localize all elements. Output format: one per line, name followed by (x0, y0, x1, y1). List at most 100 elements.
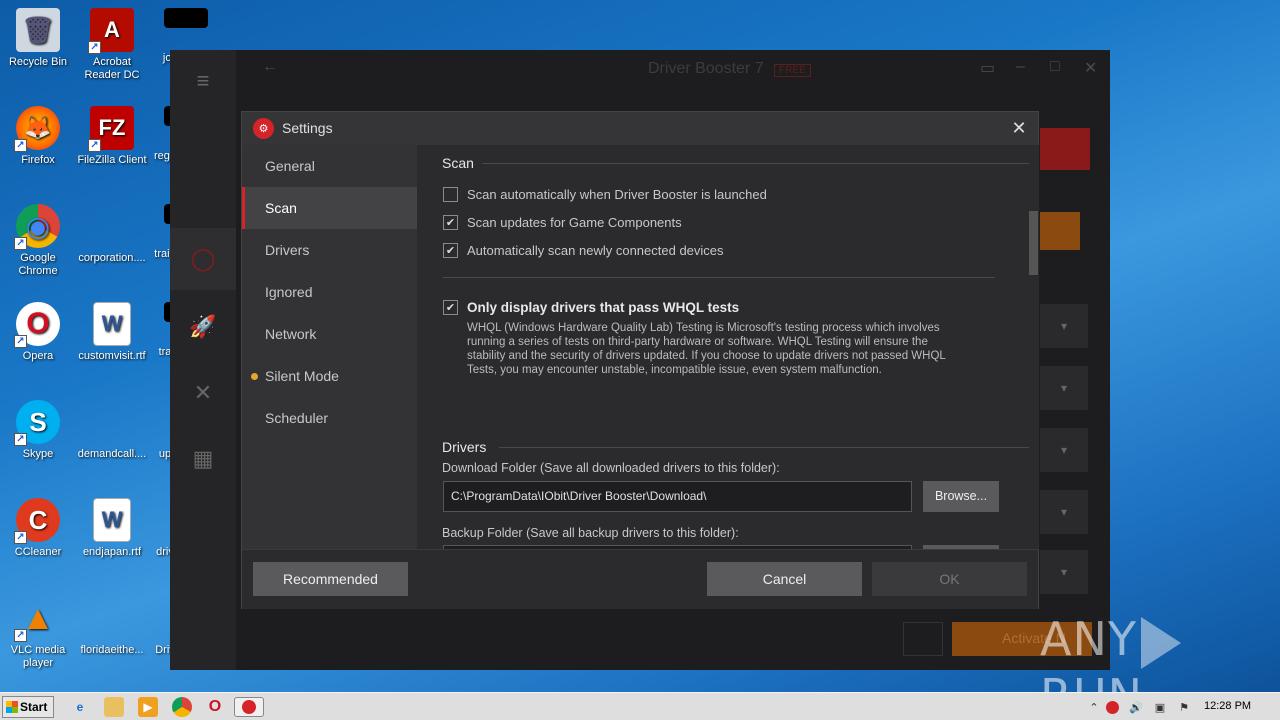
nav-item-silent-mode[interactable]: Silent Mode (242, 355, 417, 397)
file-icon (90, 204, 134, 248)
option-game-components[interactable]: ✔ Scan updates for Game Components (443, 213, 682, 231)
dropdown-button[interactable]: ▾ (1040, 428, 1088, 472)
maximize-icon[interactable]: □ (1050, 58, 1060, 76)
internet-explorer-icon[interactable]: e (70, 697, 90, 717)
dialog-close-icon[interactable]: ✕ (1008, 117, 1030, 139)
network-icon[interactable]: ▣ (1152, 699, 1168, 715)
shortcut-arrow-icon: ↗ (14, 237, 27, 250)
driver-booster-sidebar: ≡ ◯ 🚀 ✕ ▦ (170, 50, 236, 670)
menu-icon[interactable]: ≡ (170, 50, 236, 112)
clock[interactable]: 12:28 PM (1204, 700, 1251, 712)
driver-booster-titlebar: ← Driver Booster 7 FREE ▭ – □ ✕ (236, 50, 1110, 90)
driver-booster-title: Driver Booster 7 FREE (648, 60, 811, 78)
shortcut-arrow-icon: ↗ (14, 629, 27, 642)
apps-nav-icon[interactable]: ▦ (170, 428, 236, 490)
file-icon (90, 400, 134, 444)
settings-content: Scan Scan automatically when Driver Boos… (417, 145, 1039, 549)
back-arrow-icon[interactable]: ← (262, 58, 278, 76)
tools-nav-icon[interactable]: ✕ (170, 362, 236, 424)
desktop-icon-firefox[interactable]: 🦊 ↗ Firefox (0, 106, 76, 167)
desktop-icon-vlc[interactable]: ▲ ↗ VLC media player (0, 596, 76, 670)
taskbar: Start e ▶ O ⌃ 🔊 ▣ ⚑ 12:28 PM (0, 692, 1280, 720)
opera-taskbar-icon[interactable]: O (205, 697, 225, 717)
option-whql[interactable]: ✔ Only display drivers that pass WHQL te… (443, 298, 739, 316)
checkbox-checked[interactable]: ✔ (443, 214, 458, 230)
action-center-flag-icon[interactable]: ⚑ (1176, 699, 1192, 715)
settings-nav: General Scan Drivers Ignored Network Sil… (242, 145, 417, 549)
divider (482, 163, 1029, 164)
word-document-icon: W (93, 498, 131, 542)
chrome-taskbar-icon[interactable] (172, 697, 192, 717)
option-new-devices[interactable]: ✔ Automatically scan newly connected dev… (443, 241, 724, 259)
file-icon (164, 8, 208, 28)
boost-nav-icon[interactable]: 🚀 (170, 296, 236, 358)
nav-item-ignored[interactable]: Ignored (242, 271, 417, 313)
show-hidden-icons-icon[interactable]: ⌃ (1086, 699, 1102, 715)
opera-icon: O ↗ (14, 302, 60, 348)
shortcut-arrow-icon: ↗ (88, 41, 101, 54)
checkbox[interactable] (443, 186, 458, 202)
driver-booster-taskbar-icon[interactable] (234, 697, 264, 717)
filezilla-icon: FZ ↗ (88, 106, 134, 152)
backup-folder-label: Backup Folder (Save all backup drivers t… (442, 526, 739, 540)
ccleaner-icon: C ↗ (14, 498, 60, 544)
play-icon (1140, 616, 1181, 669)
divider (499, 447, 1029, 448)
acrobat-icon: A ↗ (88, 8, 134, 54)
scrollbar[interactable] (1029, 211, 1038, 275)
desktop-icon-chrome[interactable]: ◉ ↗ Google Chrome (0, 204, 76, 278)
start-button[interactable]: Start (2, 696, 54, 718)
divider (443, 277, 995, 278)
shortcut-arrow-icon: ↗ (14, 335, 27, 348)
driver-booster-logo-icon: ⚙ (253, 118, 274, 139)
desktop-icon-opera[interactable]: O ↗ Opera (0, 302, 76, 363)
download-folder-label: Download Folder (Save all downloaded dri… (442, 461, 780, 475)
settings-dialog: ⚙ Settings ✕ General Scan Drivers Ignore… (241, 111, 1039, 609)
feedback-icon[interactable]: ▭ (980, 58, 995, 78)
whql-description: WHQL (Windows Hardware Quality Lab) Test… (467, 322, 946, 376)
windows-logo-icon (6, 701, 18, 713)
new-dot-icon (251, 373, 258, 380)
orange-action-button[interactable] (1040, 212, 1080, 250)
checkbox-checked[interactable]: ✔ (443, 299, 458, 315)
volume-icon[interactable]: 🔊 (1128, 699, 1144, 715)
recommended-button[interactable]: Recommended (253, 562, 408, 596)
browse-button[interactable]: Browse... (923, 481, 999, 512)
drivers-section-heading: Drivers (442, 439, 487, 455)
cancel-button[interactable]: Cancel (707, 562, 862, 596)
media-player-icon[interactable]: ▶ (138, 697, 158, 717)
dialog-title: Settings (282, 120, 333, 136)
dropdown-button[interactable]: ▾ (1040, 490, 1088, 534)
nav-item-scan[interactable]: Scan (242, 187, 417, 229)
driver-booster-tray-icon[interactable] (1104, 699, 1120, 715)
download-folder-input[interactable]: C:\ProgramData\IObit\Driver Booster\Down… (443, 481, 912, 512)
shortcut-arrow-icon: ↗ (14, 139, 27, 152)
option-auto-scan[interactable]: Scan automatically when Driver Booster i… (443, 185, 767, 203)
dropdown-button[interactable]: ▾ (1040, 550, 1088, 594)
desktop-icon-recycle-bin[interactable]: 🗑 Recycle Bin (0, 8, 76, 69)
update-now-button[interactable] (1040, 128, 1090, 170)
dialog-footer: Recommended Cancel OK (242, 549, 1038, 609)
desktop-icon-ccleaner[interactable]: C ↗ CCleaner (0, 498, 76, 559)
nav-item-scheduler[interactable]: Scheduler (242, 397, 417, 439)
dropdown-button[interactable]: ▾ (1040, 304, 1088, 348)
nav-item-general[interactable]: General (242, 145, 417, 187)
minimize-icon[interactable]: – (1016, 58, 1025, 76)
desktop-icon-skype[interactable]: S ↗ Skype (0, 400, 76, 461)
nav-item-network[interactable]: Network (242, 313, 417, 355)
nav-item-drivers[interactable]: Drivers (242, 229, 417, 271)
firefox-icon: 🦊 ↗ (14, 106, 60, 152)
scan-nav-icon[interactable]: ◯ (170, 228, 236, 290)
file-icon (90, 596, 134, 640)
word-document-icon: W (93, 302, 131, 346)
shortcut-arrow-icon: ↗ (14, 531, 27, 544)
dialog-titlebar: ⚙ Settings ✕ (242, 112, 1038, 145)
dropdown-button[interactable]: ▾ (1040, 366, 1088, 410)
shortcut-arrow-icon: ↗ (14, 433, 27, 446)
ok-button[interactable]: OK (872, 562, 1027, 596)
close-icon[interactable]: ✕ (1084, 58, 1097, 78)
file-explorer-icon[interactable] (104, 697, 124, 717)
key-icon[interactable] (903, 622, 943, 656)
scan-section-heading: Scan (442, 155, 474, 171)
checkbox-checked[interactable]: ✔ (443, 242, 458, 258)
